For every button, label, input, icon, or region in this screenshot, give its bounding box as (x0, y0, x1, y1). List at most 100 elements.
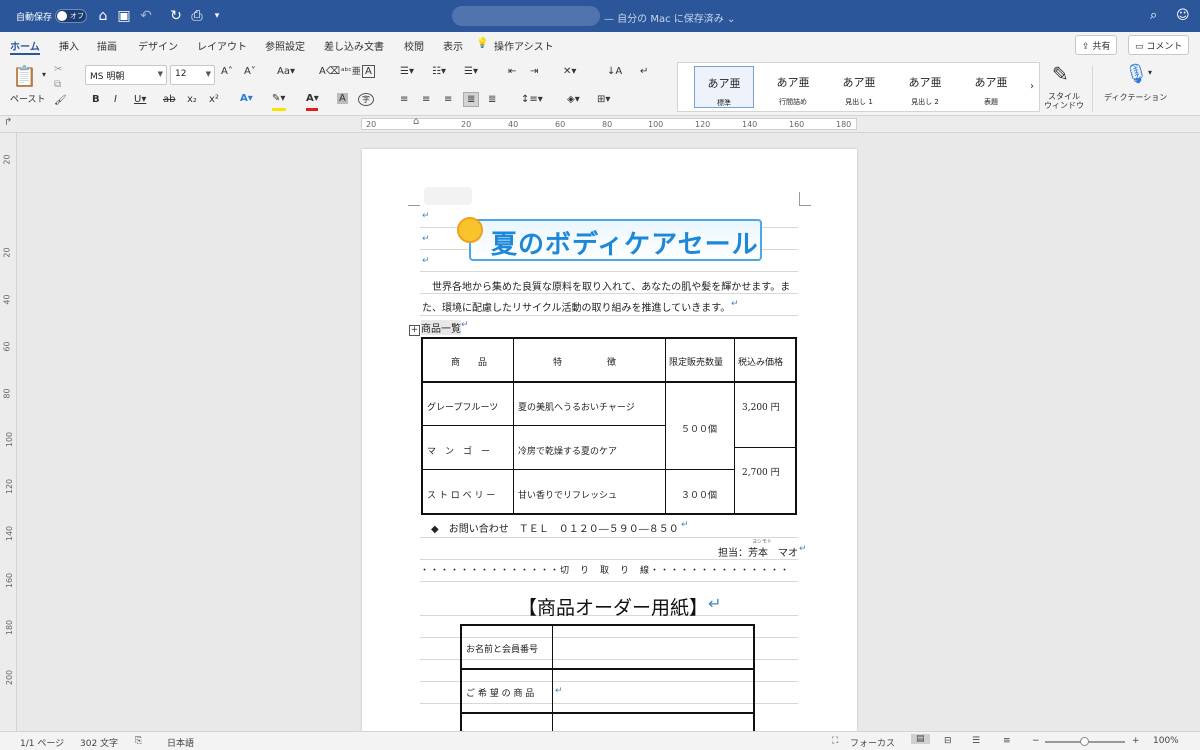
account-icon[interactable]: ☺ (1176, 8, 1190, 23)
tell-me-box[interactable]: 操作アシスト (494, 38, 554, 53)
tab-layout[interactable]: レイアウト (197, 38, 247, 53)
chevron-down-icon[interactable]: ▾ (1148, 68, 1152, 77)
align-left-icon[interactable]: ≡ (400, 94, 408, 105)
print-layout-icon[interactable]: ▤ (911, 734, 930, 744)
table-move-handle-icon[interactable]: + (409, 325, 420, 336)
table-border (423, 381, 795, 383)
enclose-characters-icon[interactable]: 字 (358, 93, 374, 106)
borders-icon[interactable]: ⊞▾ (597, 94, 610, 105)
phonetic-guide-icon[interactable]: ᵃᵇᶜ亜 (341, 64, 361, 77)
paste-icon[interactable]: 📋 (12, 64, 37, 88)
share-button[interactable]: ⇪ 共有 (1075, 35, 1118, 55)
tab-home[interactable]: ホーム (10, 38, 40, 55)
search-icon[interactable]: ⌕ (1150, 8, 1157, 23)
bullets-icon[interactable]: ☰▾ (400, 66, 414, 77)
zoom-out-icon[interactable]: − (1032, 736, 1040, 746)
font-color-icon[interactable]: A▾ (306, 93, 319, 104)
tab-draw[interactable]: 描画 (97, 38, 117, 53)
print-icon[interactable]: ⎙ (188, 7, 206, 25)
proofing-icon[interactable]: ⎘ (135, 736, 142, 746)
tab-design[interactable]: デザイン (138, 38, 178, 53)
copy-icon[interactable]: ⧉ (54, 79, 61, 90)
distributed-icon[interactable]: ≣ (488, 94, 496, 105)
character-shading-icon[interactable]: A (337, 93, 348, 104)
strikethrough-icon[interactable]: ab (163, 94, 175, 105)
microphone-icon[interactable]: 🎙 (1124, 62, 1148, 85)
tab-view[interactable]: 表示 (443, 38, 463, 53)
zoom-slider-thumb[interactable] (1080, 737, 1089, 746)
word-count[interactable]: 302 文字 (80, 736, 118, 749)
web-layout-icon[interactable]: ⊟ (944, 736, 952, 746)
product-table[interactable]: 商 品 特 徴 限定販売数量 税込み価格 グレープフルーツ 夏の美肌へうるおいチ… (421, 337, 797, 515)
style-heading-2[interactable]: あア亜 見出し 2 (895, 66, 955, 108)
tab-mailings[interactable]: 差し込み文書 (324, 38, 384, 53)
asian-layout-icon[interactable]: ✕▾ (563, 66, 576, 77)
styles-pane-icon[interactable]: ✎ (1052, 62, 1069, 86)
align-right-icon[interactable]: ≡ (444, 94, 452, 105)
dictation-label[interactable]: ディクテーション (1104, 92, 1167, 103)
vertical-ruler[interactable]: 20 20 40 60 80 100 120 140 160 180 200 (0, 133, 17, 731)
customize-toolbar-icon[interactable]: ▾ (208, 7, 226, 25)
style-normal[interactable]: あア亜 標準 (694, 66, 754, 108)
font-name-select[interactable]: MS 明朝 ▼ (85, 65, 167, 85)
horizontal-ruler[interactable]: ↱ 20 ⌂ 20 40 60 80 100 120 140 160 180 (0, 116, 1200, 133)
autosave-toggle[interactable]: オフ (55, 9, 87, 23)
grow-font-icon[interactable]: A˄ (221, 66, 233, 77)
zoom-slider[interactable] (1045, 737, 1125, 746)
chevron-right-icon[interactable]: › (1030, 81, 1034, 92)
highlight-icon[interactable]: ✎▾ (272, 93, 285, 104)
tab-review[interactable]: 校閲 (404, 38, 424, 53)
underline-icon[interactable]: U▾ (134, 94, 146, 105)
page-count[interactable]: 1/1 ページ (20, 736, 64, 749)
zoom-level[interactable]: 100% (1153, 736, 1179, 746)
bold-icon[interactable]: B (92, 94, 100, 105)
shading-icon[interactable]: ◈▾ (567, 94, 580, 105)
font-size-select[interactable]: 12 ▼ (170, 65, 215, 85)
style-heading-1[interactable]: あア亜 見出し 1 (829, 66, 889, 108)
subscript-icon[interactable]: x₂ (187, 94, 197, 105)
comment-button[interactable]: ▭ コメント (1128, 35, 1190, 55)
style-no-spacing[interactable]: あア亜 行間詰め (763, 66, 823, 108)
text-effects-icon[interactable]: A▾ (240, 93, 253, 104)
align-center-icon[interactable]: ≡ (422, 94, 430, 105)
superscript-icon[interactable]: x² (209, 94, 219, 105)
clear-formatting-icon[interactable]: A⌫ (319, 66, 340, 77)
italic-icon[interactable]: I (114, 94, 117, 105)
table-cell-product: グレープフルーツ (427, 403, 499, 413)
indent-marker-icon[interactable]: ⌂ (413, 116, 419, 127)
redo-icon[interactable]: ↻ (167, 7, 185, 25)
language-indicator[interactable]: 日本語 (167, 736, 194, 749)
undo-icon[interactable]: ↶ (137, 7, 155, 25)
line-spacing-icon[interactable]: ↕≡▾ (521, 94, 543, 105)
document-page[interactable]: ↵ ↵ ↵ 夏のボディケアセール 世界各地から集めた良質な原料を取り入れて、あな… (362, 149, 857, 731)
order-form-table[interactable]: お名前と会員番号 ご 希 望 の 商 品 ↵ (460, 624, 755, 731)
sort-icon[interactable]: ↓A (607, 66, 622, 77)
save-icon[interactable]: ▣ (115, 7, 133, 25)
styles-pane-label[interactable]: スタイル ウィンドウ (1044, 92, 1084, 110)
save-location[interactable]: — 自分の Mac に保存済み ⌄ (604, 10, 735, 25)
tab-references[interactable]: 参照設定 (265, 38, 305, 53)
style-title[interactable]: あア亜 表題 (961, 66, 1021, 108)
shrink-font-icon[interactable]: A˅ (244, 66, 256, 77)
paste-dropdown-icon[interactable]: ▾ (42, 70, 46, 79)
title-banner[interactable]: 夏のボディケアセール (469, 219, 762, 261)
decrease-indent-icon[interactable]: ⇤ (508, 66, 516, 77)
tab-insert[interactable]: 挿入 (59, 38, 79, 53)
home-icon[interactable]: ⌂ (94, 7, 112, 25)
format-painter-icon[interactable]: 🖌 (54, 95, 67, 106)
paste-label[interactable]: ペースト (10, 92, 46, 105)
draft-view-icon[interactable]: ≡ (1003, 736, 1011, 746)
increase-indent-icon[interactable]: ⇥ (530, 66, 538, 77)
zoom-in-icon[interactable]: + (1132, 736, 1140, 746)
show-marks-icon[interactable]: ↵ (640, 66, 648, 77)
justify-icon[interactable]: ≣ (463, 92, 480, 107)
character-border-icon[interactable]: A (362, 65, 375, 78)
outline-view-icon[interactable]: ☰ (972, 736, 980, 746)
tab-selector-icon[interactable]: ↱ (4, 117, 12, 128)
focus-label[interactable]: フォーカス (850, 736, 895, 749)
focus-icon[interactable]: ⛶ (832, 736, 838, 746)
multilevel-list-icon[interactable]: ☰▾ (464, 66, 478, 77)
cut-icon[interactable]: ✂ (54, 64, 62, 75)
numbering-icon[interactable]: ☷▾ (432, 66, 446, 77)
change-case-icon[interactable]: Aa▾ (277, 66, 295, 77)
